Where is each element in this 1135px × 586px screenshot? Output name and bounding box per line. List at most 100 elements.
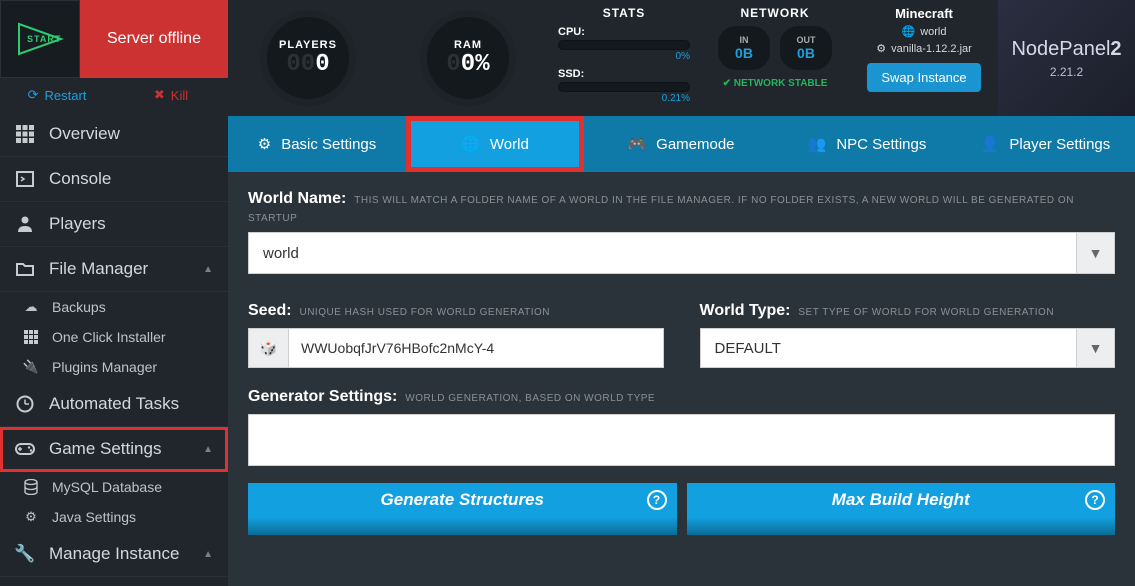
topbar: PLAYERS 000 RAM 00% STATS CPU: 0% SSD: [228, 0, 1135, 116]
database-icon [22, 479, 40, 495]
nav-label: Console [49, 169, 111, 189]
world-type-select[interactable]: ▼ [700, 328, 1116, 368]
restart-icon: ⟳ [28, 87, 39, 103]
svg-text:START: START [27, 34, 61, 44]
chevron-up-icon: ▲ [203, 549, 213, 560]
world-name-input[interactable] [249, 233, 1076, 273]
players-gauge: PLAYERS 000 [228, 0, 388, 116]
nav-label: Manage Instance [49, 544, 179, 564]
chevron-up-icon: ▲ [203, 444, 213, 455]
world-type-input[interactable] [701, 329, 1077, 367]
game-title: Minecraft [895, 6, 953, 21]
tab-world[interactable]: 🌐 World [406, 116, 584, 172]
network-in: IN 0B [718, 26, 770, 70]
cloud-icon: ☁ [22, 299, 40, 315]
brand-version: 2.21.2 [1050, 65, 1083, 79]
ssd-value: 0.21% [558, 93, 690, 104]
nav-label: MySQL Database [52, 479, 162, 495]
chevron-up-icon: ▲ [203, 264, 213, 275]
help-icon[interactable]: ? [647, 490, 667, 510]
nav-console[interactable]: Console [0, 157, 228, 202]
nav-mysql[interactable]: MySQL Database [0, 472, 228, 502]
nav-label: Java Settings [52, 509, 136, 525]
seed-field[interactable]: 🎲 [248, 328, 664, 368]
start-button[interactable]: START [0, 0, 80, 78]
ssd-bar [558, 82, 690, 92]
nav-label: Backups [52, 299, 106, 315]
ssd-label: SSD: [558, 68, 690, 80]
globe-icon: 🌐 [902, 25, 916, 38]
nav-label: Plugins Manager [52, 359, 157, 375]
network-out: OUT 0B [780, 26, 832, 70]
world-name-select[interactable]: ▼ [248, 232, 1115, 274]
grid-icon [15, 125, 35, 143]
cpu-label: CPU: [558, 26, 690, 38]
tab-player-settings[interactable]: 👤 Player Settings [956, 116, 1135, 172]
nav-file-manager[interactable]: File Manager ▲ [0, 247, 228, 292]
world-name-hint: THIS WILL MATCH A FOLDER NAME OF A WORLD… [248, 195, 1074, 224]
nav-overview[interactable]: Overview [0, 112, 228, 157]
nav-automated[interactable]: Automated Tasks [0, 382, 228, 427]
tab-gamemode[interactable]: 🎮 Gamemode [584, 116, 778, 172]
nav-plugins[interactable]: 🔌 Plugins Manager [0, 352, 228, 382]
stats-title: STATS [558, 6, 690, 20]
nav-label: Game Settings [49, 439, 161, 459]
ram-value: 0% [461, 51, 490, 78]
sidebar: START Server offline ⟳ Restart ✖ Kill Ov… [0, 0, 228, 586]
nav-game-settings[interactable]: Game Settings ▲ [0, 427, 228, 472]
card-generate-structures[interactable]: Generate Structures ? [248, 483, 677, 535]
brand: NodePanel2 2.21.2 [998, 0, 1135, 116]
players-value: 0 [315, 51, 329, 78]
network-stable: ✔ NETWORK STABLE [708, 78, 842, 89]
nav-players[interactable]: Players [0, 202, 228, 247]
restart-button[interactable]: ⟳ Restart [0, 78, 114, 112]
clock-icon [15, 395, 35, 413]
jar-name: vanilla-1.12.2.jar [891, 43, 972, 55]
dice-icon: 🎲 [249, 329, 289, 367]
people-icon: 👥 [808, 135, 827, 153]
person-icon [15, 215, 35, 233]
nav-label: Players [49, 214, 106, 234]
instance-box: Minecraft 🌐world ⚙vanilla-1.12.2.jar Swa… [850, 0, 998, 116]
person-icon: 👤 [981, 135, 1000, 153]
world-name-label: World Name: [248, 190, 346, 207]
generator-textarea[interactable] [248, 414, 1115, 466]
tab-basic-settings[interactable]: ⚙ Basic Settings [228, 116, 406, 172]
network-title: NETWORK [708, 6, 842, 20]
ram-gauge: RAM 00% [388, 0, 548, 116]
gamepad-icon [15, 442, 35, 456]
tab-npc-settings[interactable]: 👥 NPC Settings [778, 116, 956, 172]
chevron-down-icon[interactable]: ▼ [1076, 329, 1114, 367]
swap-instance-button[interactable]: Swap Instance [867, 63, 980, 92]
terminal-icon [15, 170, 35, 188]
ram-label: RAM [454, 39, 482, 51]
chevron-down-icon[interactable]: ▼ [1076, 233, 1114, 273]
seed-input[interactable] [289, 329, 663, 367]
wrench-icon: 🔧 [15, 544, 35, 564]
grid-small-icon [22, 330, 40, 344]
kill-icon: ✖ [154, 87, 165, 103]
nav-manage-instance[interactable]: 🔧 Manage Instance ▲ [0, 532, 228, 577]
network-box: NETWORK IN 0B OUT 0B ✔ NETWORK STABLE [700, 0, 850, 116]
help-icon[interactable]: ? [1085, 490, 1105, 510]
nav-label: File Manager [49, 259, 148, 279]
world-name-small: world [920, 26, 946, 38]
gamepad-icon: 🎮 [627, 135, 646, 153]
generator-hint: WORLD GENERATION, BASED ON WORLD TYPE [405, 393, 655, 404]
card-max-build-height[interactable]: Max Build Height ? [687, 483, 1116, 535]
seed-hint: UNIQUE HASH USED FOR WORLD GENERATION [299, 307, 550, 318]
tabs: ⚙ Basic Settings 🌐 World 🎮 Gamemode 👥 NP… [228, 116, 1135, 172]
cpu-value: 0% [558, 51, 690, 62]
nav-backups[interactable]: ☁ Backups [0, 292, 228, 322]
kill-button[interactable]: ✖ Kill [114, 78, 228, 112]
kill-label: Kill [171, 88, 188, 103]
folder-icon [15, 260, 35, 278]
card-title: Generate Structures [381, 490, 544, 509]
world-type-hint: SET TYPE OF WORLD FOR WORLD GENERATION [798, 307, 1054, 318]
nav-one-click[interactable]: One Click Installer [0, 322, 228, 352]
seed-label: Seed: [248, 302, 292, 319]
server-status: Server offline [80, 0, 228, 78]
plug-icon: 🔌 [22, 359, 40, 375]
stats-box: STATS CPU: 0% SSD: 0.21% [548, 0, 700, 116]
nav-java[interactable]: ⚙ Java Settings [0, 502, 228, 532]
